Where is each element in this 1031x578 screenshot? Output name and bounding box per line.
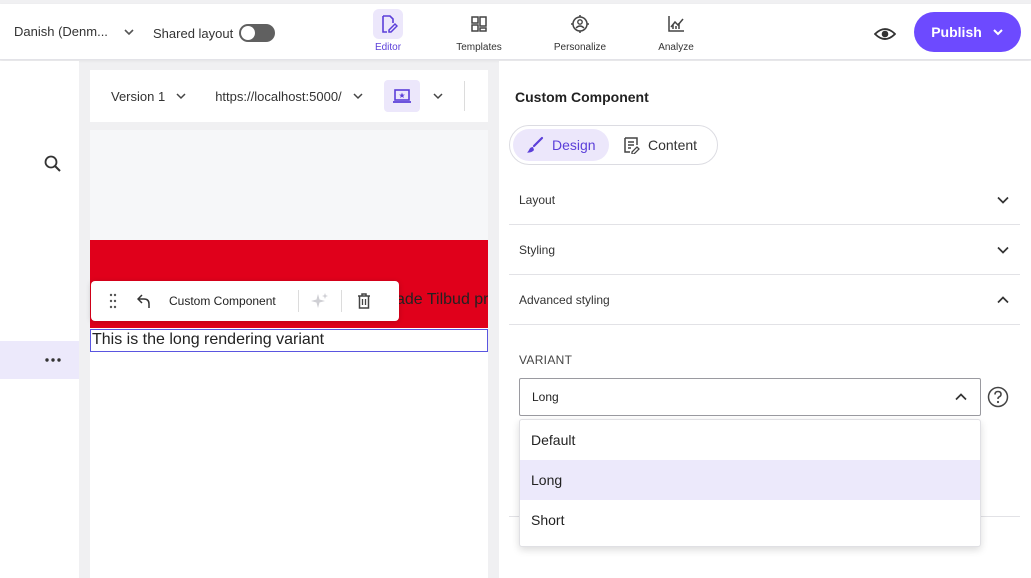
variant-dropdown: Default Long Short <box>519 419 981 547</box>
tab-design[interactable]: Design <box>513 129 609 161</box>
section-styling[interactable]: Styling <box>509 225 1020 275</box>
tab-content[interactable]: Content <box>609 129 710 161</box>
preview-toolbar: Version 1 https://localhost:5000/ <box>90 70 488 122</box>
nav-tab-label: Editor <box>374 42 402 53</box>
variant-option-default[interactable]: Default <box>520 420 980 460</box>
variant-option-short[interactable]: Short <box>520 500 980 540</box>
brush-icon <box>527 136 544 153</box>
variant-option-long[interactable]: Long <box>520 460 980 500</box>
section-layout[interactable]: Layout <box>509 175 1020 225</box>
panel-title: Custom Component <box>515 89 649 105</box>
chevron-down-icon[interactable] <box>432 90 444 102</box>
chevron-up-icon <box>997 295 1009 303</box>
nav-tab-personalize[interactable]: Personalize <box>550 9 610 53</box>
shared-layout-toggle[interactable] <box>239 24 276 42</box>
shared-layout-label: Shared layout <box>153 25 234 41</box>
red-banner-text: ade Tilbud pr <box>396 291 488 308</box>
page-canvas: ade Tilbud pr This is the long rendering… <box>90 130 488 578</box>
chevron-down-icon <box>124 28 134 35</box>
device-button[interactable] <box>383 80 420 112</box>
properties-panel: Custom Component Design Content Layout S… <box>499 61 1031 578</box>
section-label: Styling <box>519 242 556 257</box>
left-sidebar <box>0 61 79 578</box>
help-icon[interactable] <box>987 386 1009 408</box>
selected-component[interactable]: This is the long rendering variant <box>90 329 488 352</box>
component-name: Custom Component <box>169 294 276 308</box>
templates-icon <box>464 9 494 39</box>
search-icon[interactable] <box>43 154 63 174</box>
url-label: https://localhost:5000/ <box>215 88 342 104</box>
language-label: Danish (Denm... <box>14 24 108 39</box>
variant-label: VARIANT <box>519 353 573 367</box>
tab-label: Design <box>552 137 596 153</box>
section-label: Layout <box>519 192 556 207</box>
nav-tab-templates[interactable]: Templates <box>449 9 509 53</box>
chevron-down-icon <box>176 93 186 100</box>
toolbar-divider <box>463 81 465 111</box>
nav-tab-editor[interactable]: Editor <box>358 9 418 53</box>
toolbar-divider <box>298 290 299 312</box>
variant-value: Long <box>532 390 559 404</box>
select-parent-icon[interactable] <box>137 293 153 309</box>
nav-tab-label: Templates <box>456 42 502 53</box>
section-advanced-styling[interactable]: Advanced styling <box>509 275 1020 325</box>
content-icon <box>624 137 640 154</box>
component-toolbar: Custom Component <box>91 281 399 321</box>
chevron-down-icon <box>997 246 1009 254</box>
chevron-down-icon <box>993 29 1003 36</box>
toolbar-divider <box>341 290 342 312</box>
url-select[interactable]: https://localhost:5000/ <box>215 89 363 104</box>
nav-tab-label: Analyze <box>658 42 694 53</box>
trash-icon[interactable] <box>357 293 371 309</box>
nav-tab-analyze[interactable]: Analyze <box>646 9 706 53</box>
language-select[interactable]: Danish (Denm... <box>14 24 136 39</box>
shared-layout: Shared layout <box>153 24 276 42</box>
canvas-header-area <box>90 130 488 240</box>
panel-tabs: Design Content <box>509 125 718 165</box>
personalize-icon <box>565 9 595 39</box>
publish-button[interactable]: Publish <box>914 12 1021 52</box>
sparkle-icon[interactable] <box>311 292 329 310</box>
chevron-down-icon <box>353 93 363 100</box>
variant-select[interactable]: Long <box>519 378 981 416</box>
more-options-row[interactable] <box>0 341 79 379</box>
publish-label: Publish <box>931 24 982 40</box>
tab-label: Content <box>648 137 698 153</box>
version-select[interactable]: Version 1 <box>111 89 187 104</box>
analyze-icon <box>661 9 691 39</box>
preview-eye-icon[interactable] <box>874 23 896 45</box>
nav-tab-label: Personalize <box>553 42 607 53</box>
laptop-icon <box>392 89 411 103</box>
chevron-up-icon <box>955 393 967 401</box>
editor-icon <box>373 9 403 39</box>
more-dots-icon <box>45 358 61 362</box>
drag-handle-icon[interactable] <box>109 293 117 309</box>
chevron-down-icon <box>997 196 1009 204</box>
top-bar: Danish (Denm... Shared layout Editor Tem… <box>0 4 1031 60</box>
version-label: Version 1 <box>111 88 166 104</box>
section-label: Advanced styling <box>519 292 610 307</box>
